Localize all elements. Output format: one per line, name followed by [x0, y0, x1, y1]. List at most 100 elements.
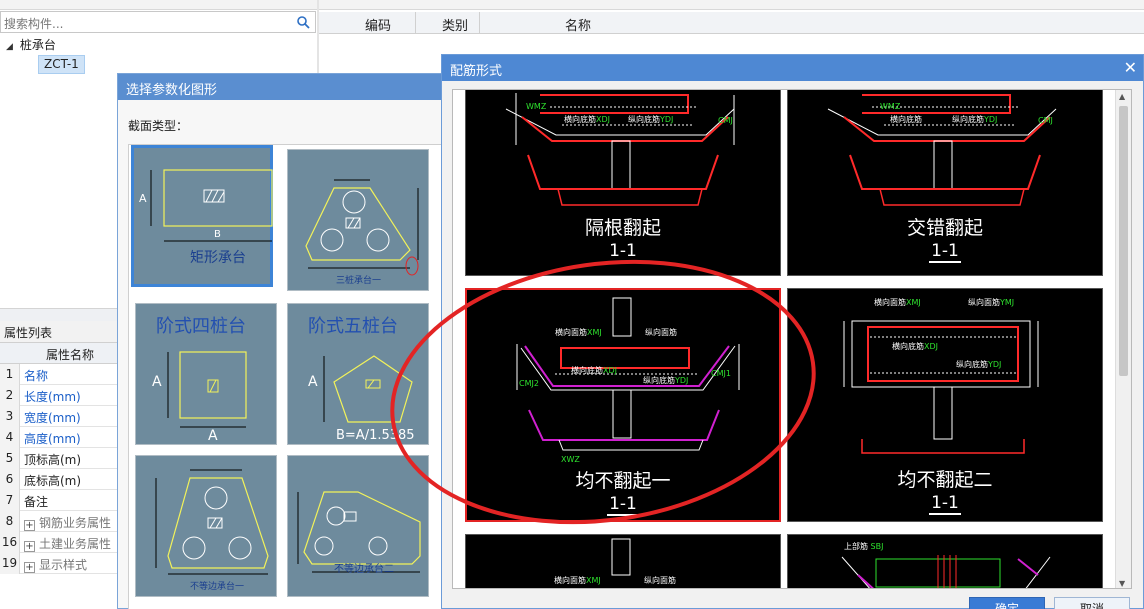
property-row[interactable]: 2 长度(mm)	[0, 385, 118, 406]
rebar-option-staggered-bend[interactable]: 横向底筋 纵向底筋YDJ CMJ WMZ 交错翻起 1-1	[787, 90, 1103, 276]
property-row-number: 16	[0, 532, 20, 553]
svg-text:WMZ: WMZ	[880, 102, 901, 111]
scrollbar-thumb[interactable]	[1119, 106, 1128, 376]
rect-dim-a: A	[139, 192, 147, 205]
alternate-bend-section: 1-1	[607, 241, 639, 263]
svg-text:CMJ: CMJ	[1038, 116, 1053, 125]
close-icon[interactable]: ✕	[1124, 58, 1137, 77]
property-row-number: 19	[0, 553, 20, 574]
search-input[interactable]: 搜索构件...	[0, 11, 316, 33]
no-bend-one-caption: 均不翻起一	[575, 470, 671, 492]
grid-col-name[interactable]: 名称	[565, 15, 591, 34]
svg-text:XWZ: XWZ	[561, 455, 580, 464]
rect-caption: 矩形承台	[190, 250, 246, 266]
step-five-caption: 阶式五桩台	[308, 316, 398, 337]
property-row-name: 长度(mm)	[24, 388, 81, 405]
property-row[interactable]: 19 + 显示样式	[0, 553, 118, 574]
shape-thumb-uneven-one[interactable]: 不等边承台一	[135, 455, 277, 597]
property-row[interactable]: 16 + 土建业务属性	[0, 532, 118, 553]
property-row-name: 名称	[24, 367, 48, 384]
property-row[interactable]: 5 顶标高(m)	[0, 448, 118, 469]
scroll-up-icon[interactable]: ▲	[1119, 92, 1125, 101]
step-four-dim-a: A	[152, 374, 162, 390]
search-icon[interactable]	[296, 15, 310, 29]
shape-thumb-step-five[interactable]: 阶式五桩台 A B=A/1.5385	[287, 303, 429, 445]
property-row-name: + 显示样式	[24, 556, 87, 573]
left-toolbar	[0, 0, 318, 10]
step-four-dim-b: A	[208, 428, 218, 444]
property-row-number: 5	[0, 448, 20, 469]
property-table-header: 属性名称	[0, 343, 118, 364]
alternate-bend-caption: 隔根翻起	[584, 217, 661, 239]
ok-button[interactable]: 确定	[969, 597, 1045, 609]
section-type-label: 截面类型：	[128, 119, 189, 133]
svg-text:横向底筋XDJ: 横向底筋XDJ	[564, 114, 610, 124]
shape-thumb-three-pile[interactable]: 三桩承台一	[287, 149, 429, 291]
svg-text:横向底筋XDJ: 横向底筋XDJ	[892, 341, 938, 351]
property-row-number: 4	[0, 427, 20, 448]
property-row-label: 土建业务属性	[39, 537, 112, 551]
property-row-name: + 钢筋业务属性	[24, 514, 111, 531]
shape-thumb-uneven-two[interactable]: 不等边承台二	[287, 455, 429, 597]
three-pile-caption: 三桩承台一	[336, 276, 382, 286]
cancel-button[interactable]: 取消	[1054, 597, 1130, 609]
property-row-label: 顶标高(m)	[24, 453, 82, 467]
svg-text:纵向底筋YDJ: 纵向底筋YDJ	[643, 375, 688, 385]
select-shape-dialog: 选择参数化图形 截面类型： A B 矩形承台 三桩承台一 阶式四桩台 A A 阶…	[117, 73, 457, 609]
svg-text:横向底筋: 横向底筋	[890, 114, 922, 124]
shape-thumb-step-four[interactable]: 阶式四桩台 A A	[135, 303, 277, 445]
collapse-triangle-icon[interactable]: ◢	[6, 42, 16, 52]
property-row-name: 宽度(mm)	[24, 409, 81, 426]
property-list-title: 属性列表	[0, 321, 118, 343]
expand-plus-icon[interactable]: +	[24, 541, 35, 552]
property-row-name: 高度(mm)	[24, 430, 81, 447]
property-row-name: 顶标高(m)	[24, 451, 81, 468]
property-row[interactable]: 7 备注	[0, 490, 118, 511]
property-row-label: 宽度(mm)	[24, 411, 81, 425]
svg-text:CMJ1: CMJ1	[711, 369, 731, 378]
property-row[interactable]: 1 名称	[0, 364, 118, 385]
rebar-option-list: 横向底筋XDJ 纵向底筋YDJ CMJ WMZ 隔根翻起 1-1 横向底筋 纵向…	[452, 89, 1132, 589]
property-row-number: 7	[0, 490, 20, 511]
rebar-option-no-bend-two[interactable]: 横向面筋XMJ 纵向面筋YMJ 横向底筋XDJ 纵向底筋YDJ 均不翻起二 1-…	[787, 288, 1103, 522]
no-bend-two-caption: 均不翻起二	[897, 469, 993, 491]
expand-plus-icon[interactable]: +	[24, 562, 35, 573]
tree-root-item[interactable]: ◢ 桩承台	[6, 36, 56, 53]
rebar-option-no-bend-one[interactable]: 横向面筋XMJ 纵向面筋 横向底筋XDJ 纵向底筋YDJ CMJ2 CMJ1 X…	[465, 288, 781, 522]
tree-item-zct-1[interactable]: ZCT-1	[38, 55, 85, 74]
property-row-name: 备注	[24, 493, 48, 510]
rebar-option-6[interactable]: 上部筋 SBJ	[787, 534, 1103, 588]
rebar-option-alternate-bend[interactable]: 横向底筋XDJ 纵向底筋YDJ CMJ WMZ 隔根翻起 1-1	[465, 90, 781, 276]
property-row[interactable]: 6 底标高(m)	[0, 469, 118, 490]
step-five-formula: B=A/1.5385	[336, 428, 415, 443]
search-placeholder: 搜索构件...	[4, 17, 64, 31]
property-row-label: 钢筋业务属性	[39, 516, 112, 530]
shape-thumb-rect[interactable]: A B 矩形承台	[131, 145, 273, 287]
svg-text:横向面筋XMJ: 横向面筋XMJ	[554, 575, 601, 585]
svg-text:纵向面筋: 纵向面筋	[645, 327, 677, 337]
property-row-label: 显示样式	[39, 558, 88, 572]
horizontal-splitter[interactable]	[0, 308, 118, 322]
grid-col-code[interactable]: 编码	[365, 15, 391, 34]
property-name-header: 属性名称	[46, 348, 95, 362]
rebar-option-5[interactable]: 横向面筋XMJ 纵向面筋	[465, 534, 781, 588]
svg-text:CMJ: CMJ	[718, 116, 733, 125]
property-row[interactable]: 8 + 钢筋业务属性	[0, 511, 118, 532]
property-row-name: 底标高(m)	[24, 472, 81, 489]
property-row[interactable]: 4 高度(mm)	[0, 427, 118, 448]
property-row-name: + 土建业务属性	[24, 535, 111, 552]
scroll-down-icon[interactable]: ▼	[1119, 579, 1125, 588]
property-row[interactable]: 3 宽度(mm)	[0, 406, 118, 427]
property-row-number: 8	[0, 511, 20, 532]
expand-plus-icon[interactable]: +	[24, 520, 35, 531]
property-row-number: 1	[0, 364, 20, 385]
property-row-number: 2	[0, 385, 20, 406]
no-bend-two-section: 1-1	[929, 493, 961, 515]
svg-text:WMZ: WMZ	[526, 102, 547, 111]
grid-header: 编码 类别 名称	[319, 12, 1144, 34]
no-bend-one-section: 1-1	[607, 494, 639, 516]
vertical-scrollbar[interactable]: ▲ ▼	[1115, 90, 1131, 588]
step-five-dim-a: A	[308, 374, 318, 390]
grid-col-category[interactable]: 类别	[442, 15, 468, 34]
rect-dim-b: B	[214, 229, 221, 240]
